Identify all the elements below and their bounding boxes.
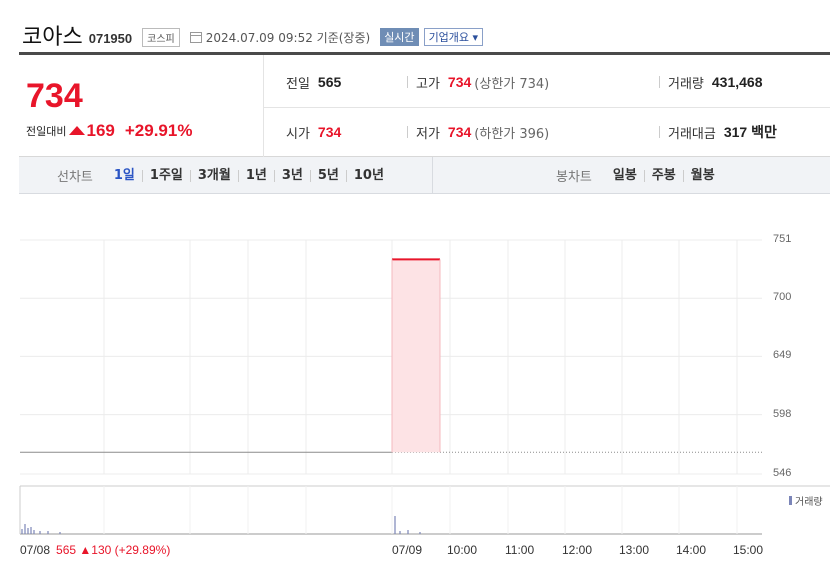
candle-chart-label: 봉차트 <box>556 170 592 185</box>
upper-limit: (상한가 734) <box>474 76 550 92</box>
datetime-text: 2024.07.09 09:52 기준(장중) <box>205 30 371 45</box>
line-chart-tabs: 선차트 1일 1주일 3개월 1년 3년 5년 10년 <box>57 157 391 194</box>
tab-daily-candle[interactable]: 일봉 <box>606 169 644 182</box>
prev-day-info: 07/08 565 ▲130 (+29.89%) <box>20 543 170 557</box>
y-axis-tick-label: 546 <box>773 467 792 479</box>
chart-canvas <box>19 239 830 535</box>
change-amount: 169 <box>86 121 115 140</box>
tab-1y[interactable]: 1년 <box>237 169 274 182</box>
volume-swatch <box>789 496 792 505</box>
row-divider <box>264 107 830 108</box>
y-axis-tick-label: 649 <box>773 349 792 362</box>
realtime-button[interactable]: 실시간 <box>380 28 419 46</box>
x-axis-tick-label: 15:00 <box>733 543 764 557</box>
candle-chart-tabs: 봉차트 일봉 주봉 월봉 <box>556 157 722 194</box>
prev-close-value: 565 <box>317 74 342 90</box>
y-axis-tick-label: 598 <box>773 407 792 420</box>
tab-monthly-candle[interactable]: 월봉 <box>682 169 722 182</box>
trade-value-label: 거래대금 <box>668 126 716 142</box>
open-value: 734 <box>317 124 342 140</box>
market-badge: 코스피 <box>142 27 180 47</box>
y-axis-tick-label: 700 <box>773 291 792 304</box>
divider <box>407 126 408 138</box>
low-price: 저가 734 (하한가 396) <box>416 122 549 142</box>
chart-tab-bar: 선차트 1일 1주일 3개월 1년 3년 5년 10년 봉차트 일봉 주봉 월봉 <box>19 157 830 194</box>
x-axis-tick-label: 13:00 <box>619 543 650 557</box>
x-axis-tick-label: 12:00 <box>562 543 593 557</box>
change-percent: +29.91% <box>124 121 193 140</box>
tab-3m[interactable]: 3개월 <box>189 169 238 182</box>
y-axis-tick-label: 751 <box>773 233 792 245</box>
tab-1d[interactable]: 1일 <box>107 169 142 182</box>
current-price: 734 <box>26 77 83 115</box>
tab-3y[interactable]: 3년 <box>273 169 310 182</box>
up-arrow-icon <box>69 125 86 135</box>
company-overview-dropdown[interactable]: 기업개요 ▾ <box>423 28 484 46</box>
trade-value-amount: 317 백만 <box>723 124 777 140</box>
low-label: 저가 <box>416 126 440 142</box>
tab-5y[interactable]: 5년 <box>309 169 346 182</box>
price-area <box>392 259 440 453</box>
stock-header: 코아스 071950 코스피 2024.07.09 09:52 기준(장중) 실… <box>22 20 484 50</box>
current-price-panel: 734 전일대비 169 +29.91% <box>19 55 264 157</box>
prev-close: 전일 565 <box>286 72 341 92</box>
trade-value: 거래대금 317 백만 <box>668 122 777 142</box>
calendar-icon <box>189 31 202 43</box>
price-summary: 734 전일대비 169 +29.91% 전일 565 고가 734 (상한가 … <box>19 52 830 157</box>
volume-value: 431,468 <box>711 74 763 90</box>
stock-code: 071950 <box>88 30 133 46</box>
lower-limit: (하한가 396) <box>474 126 550 142</box>
high-price: 고가 734 (상한가 734) <box>416 72 549 92</box>
x-axis-tick-label: 11:00 <box>505 543 535 557</box>
divider <box>659 126 660 138</box>
prev-day-summary: 565 ▲130 (+29.89%) <box>56 543 171 557</box>
change-label: 전일대비 <box>26 125 67 138</box>
x-axis-tick-label: 10:00 <box>447 543 478 557</box>
open-label: 시가 <box>286 126 310 142</box>
low-value: 734 <box>447 124 472 140</box>
line-chart-label: 선차트 <box>57 170 93 185</box>
prev-day-date: 07/08 <box>20 543 51 557</box>
open-price: 시가 734 <box>286 122 341 142</box>
tab-10y[interactable]: 10년 <box>345 169 391 182</box>
price-change: 전일대비 169 +29.91% <box>26 121 192 141</box>
price-chart[interactable]: 거래량 07/08 565 ▲130 (+29.89%) 751 700 649 59… <box>0 194 830 571</box>
x-axis-tick-label: 14:00 <box>676 543 707 557</box>
stock-name: 코아스 <box>22 25 83 50</box>
high-value: 734 <box>447 74 472 90</box>
volume: 거래량 431,468 <box>668 72 763 92</box>
tab-weekly-candle[interactable]: 주봉 <box>643 169 683 182</box>
prev-close-label: 전일 <box>286 76 310 92</box>
tab-group-divider <box>432 157 433 194</box>
divider <box>407 76 408 88</box>
x-axis-tick-label: 07/09 <box>392 543 423 557</box>
high-label: 고가 <box>416 76 440 92</box>
volume-label: 거래량 <box>668 76 704 92</box>
volume-legend-label: 거래량 <box>795 497 823 508</box>
divider <box>659 76 660 88</box>
tab-1w[interactable]: 1주일 <box>141 169 190 182</box>
volume-legend: 거래량 <box>789 493 823 508</box>
